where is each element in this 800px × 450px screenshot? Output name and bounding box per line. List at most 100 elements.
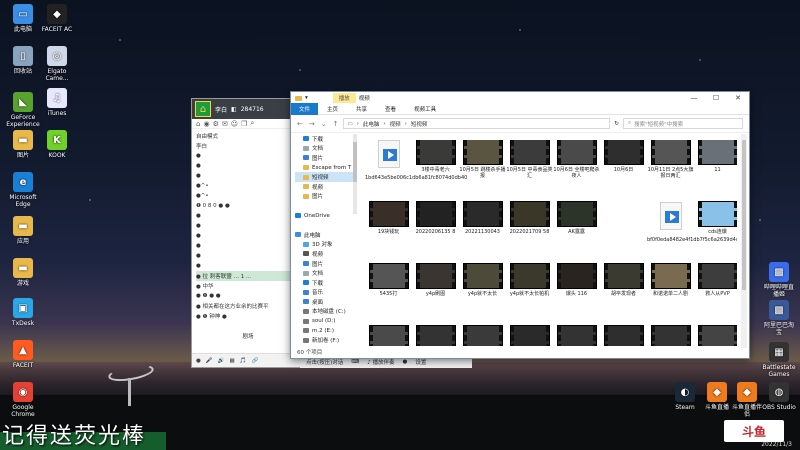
nav-item[interactable]: 3D 对象 [295,240,353,250]
ribbon-tab[interactable]: 文件 [291,103,319,115]
nav-item[interactable]: 文档 [295,268,353,278]
ribbon-tab[interactable]: 视频工具 [405,105,445,113]
nav-item[interactable]: 图片 [295,192,353,202]
home-icon[interactable]: ⌂ [196,120,200,128]
channel-list-item[interactable]: ● [196,171,300,181]
desktop-icon-right[interactable]: ▩ 阿里巴巴淘宝 [762,300,796,336]
breadcrumb-item[interactable]: 此电脑 [363,120,380,128]
desktop-icon-right[interactable]: ◆ 斗鱼直播伴侣 [730,382,764,418]
desktop-icon-left[interactable]: ▯ 回收站 [6,46,40,75]
nav-item[interactable]: 本地磁盘 (C:) [295,307,353,317]
file-item[interactable]: 胡卒发现者 [600,263,647,326]
desktop-icon-left[interactable]: ▲ FACEIT [6,340,40,369]
search-icon[interactable]: ⌕ [250,119,254,128]
nav-item[interactable] [295,201,353,211]
desktop-icon-right[interactable]: ◍ OBS Studio [762,382,796,411]
channel-list-item[interactable]: ●^• [196,181,300,191]
mail-icon[interactable]: ✉ [222,120,228,128]
desktop-icon-left[interactable]: ♫ iTunes [40,88,74,117]
file-item[interactable]: y4p就不太长 [459,263,506,326]
channel-list-item[interactable]: ● 拉 刺客联盟 … 1 … [196,271,300,281]
nav-item[interactable]: m.2 (E:) [295,326,353,336]
desktop-icon-right[interactable]: ▦ Battlestate Games [762,342,796,378]
close-icon[interactable]: ✕ [727,94,749,102]
desktop-icon-right[interactable]: ◆ 斗鱼直播 [700,382,734,411]
channel-list-item[interactable] [196,341,300,351]
nav-item[interactable]: Escape from T [295,163,353,173]
desktop-icon-left[interactable]: ▬ 图片 [6,130,40,159]
nav-item[interactable]: 视频 [295,249,353,259]
channel-list-item[interactable]: ●^• [196,191,300,201]
nav-item[interactable]: 文档 [295,144,353,154]
desktop-icon-left[interactable]: ▣ TxDesk [6,298,40,327]
settings-icon[interactable]: ⚙ [213,120,219,128]
back-arrow-icon[interactable]: ← [297,120,303,128]
file-item[interactable]: y4p刷图 [412,263,459,326]
nav-item[interactable]: 桌面 [295,297,353,307]
desktop-icon-left[interactable]: K KOOK [40,130,74,159]
refresh-icon[interactable]: ↻ [614,121,619,127]
home-icon[interactable]: ⌂ [195,101,211,117]
nav-item[interactable]: 下载 [295,278,353,288]
file-item[interactable]: 10月6日 [600,140,647,202]
nav-item[interactable]: 音乐 [295,288,353,298]
chat-titlebar[interactable]: ⌂ 李白 ◧ 284716 [192,99,300,119]
file-item[interactable]: 救人从PVP [694,263,737,326]
ribbon-tab[interactable]: 主页 [318,105,347,113]
desktop-icon-left[interactable]: ◣ GeForce Experience [6,92,40,128]
file-item[interactable] [506,325,553,346]
nav-item[interactable] [295,220,353,230]
desktop-icon-left[interactable]: ▬ 游戏 [6,258,40,287]
channel-list-item[interactable]: ● [196,211,300,221]
file-item[interactable]: 和诺诺单二人剧 [647,263,694,326]
file-item[interactable]: 20220206135 8 [412,201,459,264]
file-item[interactable] [553,325,600,346]
nav-item[interactable]: 新加卷 (F:) [295,335,353,345]
file-item[interactable] [694,325,737,346]
desktop-icon-right[interactable]: ▩ 哔哩哔哩直播姬 [762,262,796,298]
nav-item[interactable]: 下载 [295,134,353,144]
ribbon-tab[interactable]: 查看 [376,105,405,113]
recent-dropdown-icon[interactable]: ⌄ [321,120,327,128]
channel-list-item[interactable]: ● ❶ 钟神 ● [196,311,300,321]
chat-client-window[interactable]: ⌂ 李白 ◧ 284716 ⌂ ◉ ⚙ ✉ ☺ ❐ ⌕ 自由模式 李白 ● ● ● ●^… [191,98,301,368]
nav-item[interactable]: 视频 [295,182,353,192]
file-item[interactable]: 10月5日 跳楼杀手播报 [459,140,506,202]
chat-bottom-icon[interactable]: ▦ [230,358,235,364]
nav-item[interactable]: 此电脑 [295,230,353,240]
channel-list-item[interactable]: 李白 [196,141,300,151]
file-item[interactable]: 东楼 TOP 列表 [365,325,412,346]
channel-list-item[interactable]: ● ❶ ● ● [196,291,300,301]
channel-list-item[interactable]: ● 相关都在这方业余的比赛平 [196,301,300,311]
channel-list-item[interactable]: ❶ 0 8 0 ● ● [196,201,300,211]
chat-bottom-icon[interactable]: ● [196,358,201,364]
file-item[interactable]: 11 [694,140,737,202]
file-item[interactable]: cds连爆 [694,201,737,264]
channel-list-item[interactable]: ● [196,241,300,251]
desktop-icon-left[interactable]: ◆ FACEIT AC [40,4,74,33]
channel-list-item[interactable]: ● [196,261,300,271]
nav-item[interactable]: 图片 [295,259,353,269]
file-item[interactable]: 爆头 116 [553,263,600,326]
desktop-icon-left[interactable]: ▭ 此电脑 [6,4,40,33]
voice-bar-item[interactable]: ● [403,359,408,365]
file-item[interactable]: 1bd643e5be006c1db6a81fc8074d0db40 [365,140,467,202]
forward-arrow-icon[interactable]: → [309,120,315,128]
file-item[interactable]: 5435打 [365,263,412,326]
file-explorer-window[interactable]: ▾ 播放 视频 — ☐ ✕ 文件 主页 共享 查看 视频工具 ← → ⌄ ↑ ▭ › 此电脑 › 视… [290,91,750,359]
file-item[interactable] [600,202,647,264]
content-scrollbar[interactable] [741,134,747,348]
channel-list-item[interactable]: ● [196,231,300,241]
desktop-icon-left[interactable]: ▬ 应用 [6,216,40,245]
channel-list-item[interactable]: 剧场 [196,331,300,341]
file-item[interactable]: 19块钱玩 [365,201,412,264]
file-item[interactable]: 20221130043 [459,201,506,264]
explorer-titlebar[interactable]: ▾ 播放 视频 — ☐ ✕ [291,92,749,104]
file-item[interactable]: 10月5日 中毒食品类汇 [506,140,553,202]
breadcrumb-item[interactable]: 短视频 [411,120,428,128]
breadcrumb-item[interactable]: 视频 [390,120,401,128]
file-item[interactable] [647,325,694,346]
copy-icon[interactable]: ❐ [241,120,247,128]
file-item[interactable]: 10月6日 全楼吧爬杀夜人 [553,140,600,202]
context-tab-play[interactable]: 播放 [332,93,356,103]
